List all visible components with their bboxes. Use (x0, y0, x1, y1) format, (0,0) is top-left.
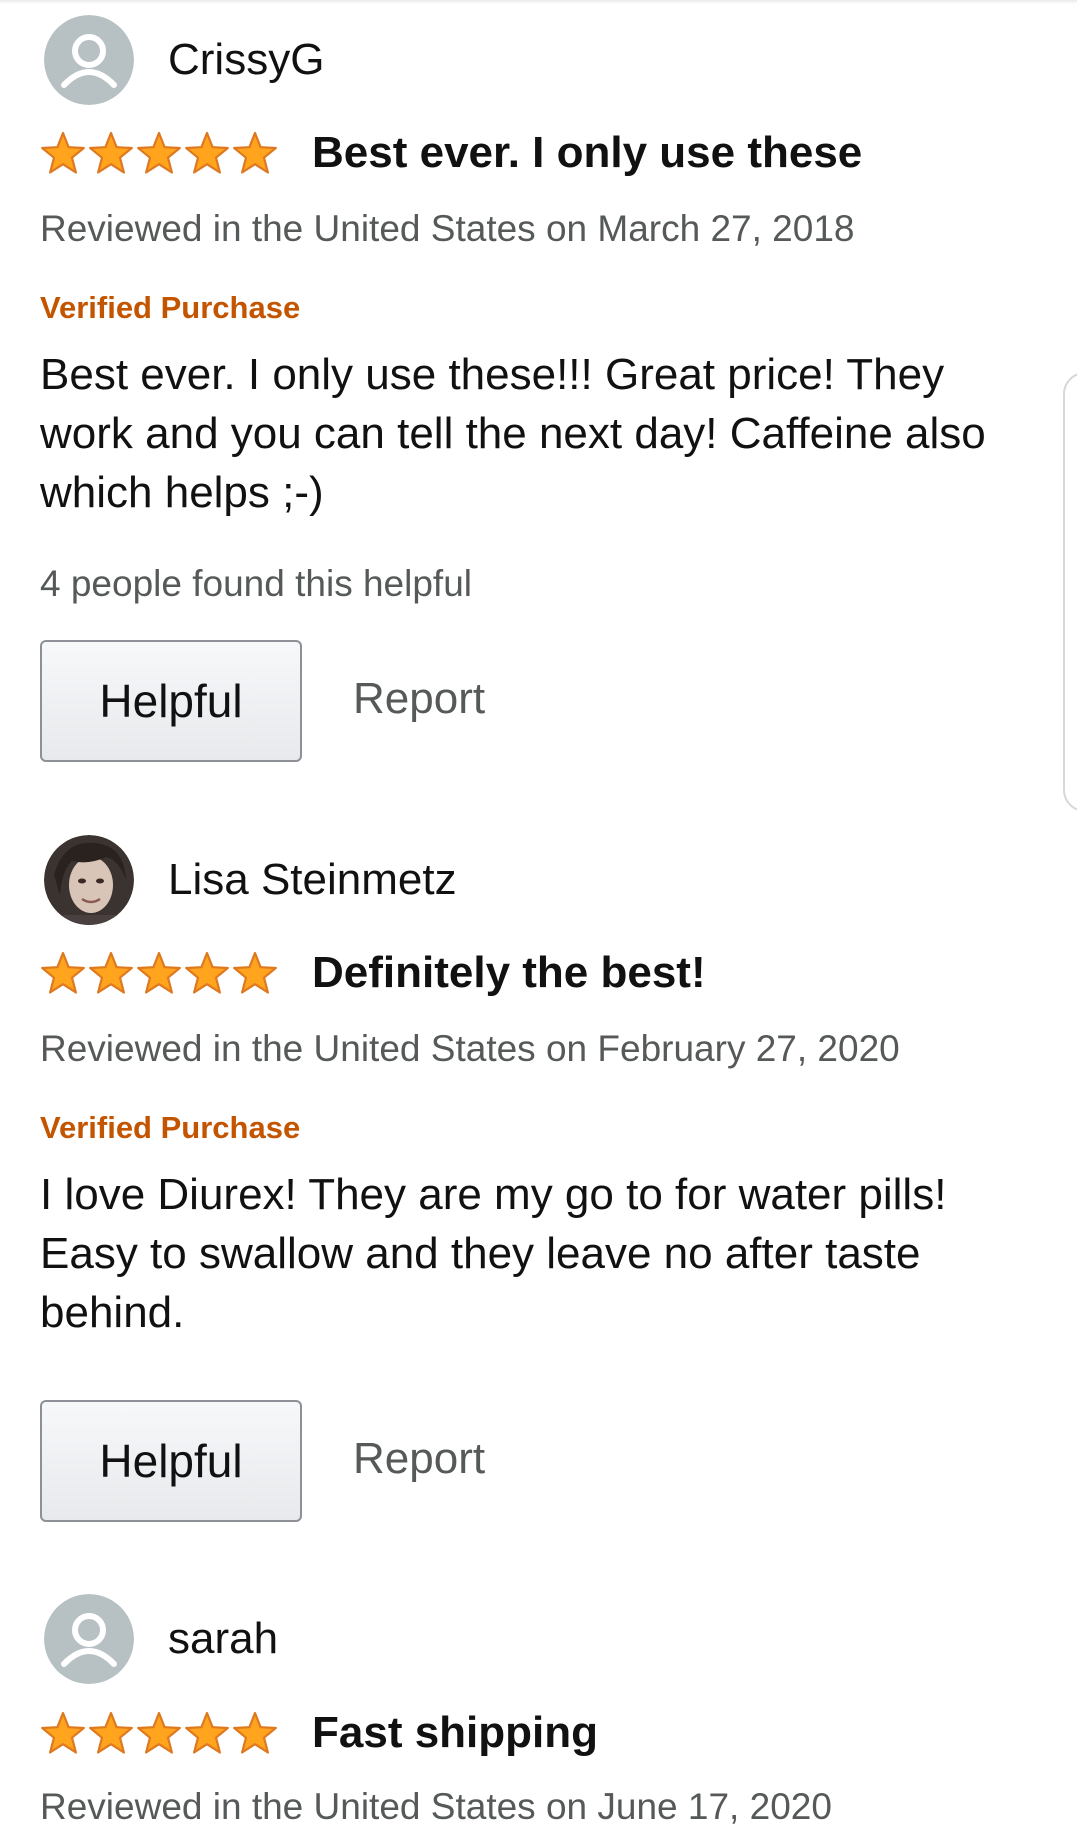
star-icon (184, 951, 230, 995)
user-photo-avatar (44, 835, 134, 925)
star-rating (40, 131, 278, 175)
review-body-line: I love Diurex! They are my go to for wat… (40, 1170, 947, 1219)
report-link[interactable]: Report (353, 1434, 485, 1484)
star-icon (40, 1711, 86, 1755)
review-body: I love Diurex! They are my go to for wat… (40, 1165, 1040, 1342)
review-title-row[interactable]: Best ever. I only use these (40, 128, 862, 178)
review-body-line: behind. (40, 1288, 185, 1337)
star-icon (88, 951, 134, 995)
star-icon (88, 1711, 134, 1755)
review-date: Reviewed in the United States on Februar… (40, 1028, 900, 1069)
review-date: Reviewed in the United States on March 2… (40, 208, 855, 249)
helpful-button[interactable]: Helpful (40, 1400, 302, 1522)
verified-purchase-badge: Verified Purchase (40, 1110, 301, 1145)
review-date: Reviewed in the United States on June 17… (40, 1786, 832, 1826)
star-icon (40, 951, 86, 995)
report-link[interactable]: Report (353, 674, 485, 724)
review-title: Definitely the best! (312, 948, 706, 997)
review-body-line: Best ever. I only use these!!! Great pri… (40, 350, 945, 399)
star-icon (88, 131, 134, 175)
star-icon (184, 1711, 230, 1755)
star-icon (232, 131, 278, 175)
star-rating (40, 1711, 278, 1755)
reviewer-name: Lisa Steinmetz (168, 855, 457, 904)
star-icon (232, 951, 278, 995)
review-title-row[interactable]: Fast shipping (40, 1708, 598, 1758)
reviewer-name: sarah (168, 1614, 279, 1663)
star-rating (40, 951, 278, 995)
review-title: Best ever. I only use these (312, 128, 863, 177)
default-profile-icon (44, 15, 134, 105)
reviewer-profile[interactable]: sarah (44, 1594, 278, 1684)
review-body: Best ever. I only use these!!! Great pri… (40, 345, 1040, 522)
review-body-line: work and you can tell the next day! Caff… (40, 409, 986, 458)
review-title-row[interactable]: Definitely the best! (40, 948, 706, 998)
review-body-line: which helps ;-) (40, 468, 324, 517)
reviewer-profile[interactable]: CrissyG (44, 15, 324, 105)
review-title: Fast shipping (312, 1708, 598, 1757)
review-body-line: Easy to swallow and they leave no after … (40, 1229, 921, 1278)
reviewer-profile[interactable]: Lisa Steinmetz (44, 835, 457, 925)
side-drawer-handle[interactable] (1063, 372, 1077, 812)
star-icon (136, 1711, 182, 1755)
star-icon (184, 131, 230, 175)
star-icon (40, 131, 86, 175)
default-profile-icon (44, 1594, 134, 1684)
reviewer-name: CrissyG (168, 35, 325, 84)
helpful-button[interactable]: Helpful (40, 640, 302, 762)
helpful-count: 4 people found this helpful (40, 563, 473, 604)
star-icon (232, 1711, 278, 1755)
reviews-page: CrissyG Best ever. I only use these Revi… (0, 0, 1077, 1826)
verified-purchase-badge: Verified Purchase (40, 290, 301, 325)
star-icon (136, 131, 182, 175)
top-divider (0, 0, 1077, 4)
star-icon (136, 951, 182, 995)
